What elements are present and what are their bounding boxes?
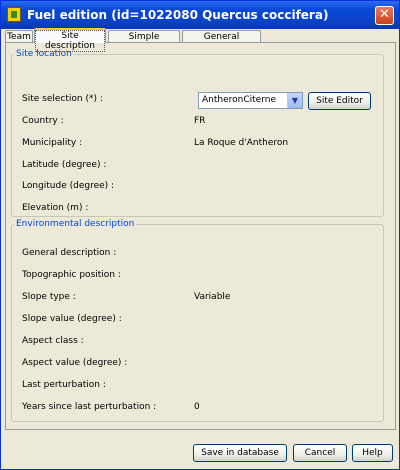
cancel-button[interactable]: Cancel [293, 444, 347, 462]
latitude-label: Latitude (degree) : [22, 160, 107, 170]
help-button[interactable]: Help [352, 444, 393, 462]
environmental-description-group: Environmental description General descri… [11, 219, 384, 422]
municipality-label: Municipality : [22, 138, 83, 148]
municipality-value: La Roque d'Antheron [194, 138, 289, 148]
elevation-label: Elevation (m) : [22, 203, 89, 213]
country-value: FR [194, 116, 206, 126]
close-button[interactable]: ✕ [375, 6, 394, 25]
save-in-database-button[interactable]: Save in database [193, 444, 287, 462]
site-selection-combobox[interactable]: AntheronCiterne ▼ [198, 92, 303, 109]
title-bar[interactable]: Fuel edition (id=1022080 Quercus coccife… [1, 1, 399, 29]
chevron-down-icon[interactable]: ▼ [287, 93, 302, 108]
site-description-panel: Site location Site selection (*) : Anthe… [5, 42, 396, 430]
window-title: Fuel edition (id=1022080 Quercus coccife… [27, 8, 329, 22]
fuel-edition-window: Fuel edition (id=1022080 Quercus coccife… [0, 0, 400, 470]
tab-label: Site description [35, 30, 105, 52]
years-since-perturbation-label: Years since last perturbation : [22, 402, 157, 412]
aspect-class-label: Aspect class : [22, 336, 84, 346]
environmental-legend: Environmental description [16, 219, 135, 229]
country-label: Country : [22, 116, 64, 126]
close-icon: ✕ [379, 7, 390, 22]
years-since-perturbation-value: 0 [194, 402, 200, 412]
app-icon [7, 7, 21, 22]
site-selection-label: Site selection (*) : [22, 94, 103, 104]
topographic-position-label: Topographic position : [22, 270, 121, 280]
tab-site-description[interactable]: Site description [34, 28, 106, 52]
aspect-value-label: Aspect value (degree) : [22, 358, 128, 368]
site-location-group: Site location Site selection (*) : Anthe… [11, 49, 384, 217]
last-perturbation-label: Last perturbation : [22, 380, 106, 390]
slope-value-label: Slope value (degree) : [22, 314, 122, 324]
site-selection-value: AntheronCiterne [202, 95, 276, 105]
slope-type-value: Variable [194, 292, 231, 302]
general-description-label: General description : [22, 248, 117, 258]
slope-type-label: Slope type : [22, 292, 76, 302]
longitude-label: Longitude (degree) : [22, 181, 115, 191]
site-editor-button[interactable]: Site Editor [308, 92, 371, 110]
